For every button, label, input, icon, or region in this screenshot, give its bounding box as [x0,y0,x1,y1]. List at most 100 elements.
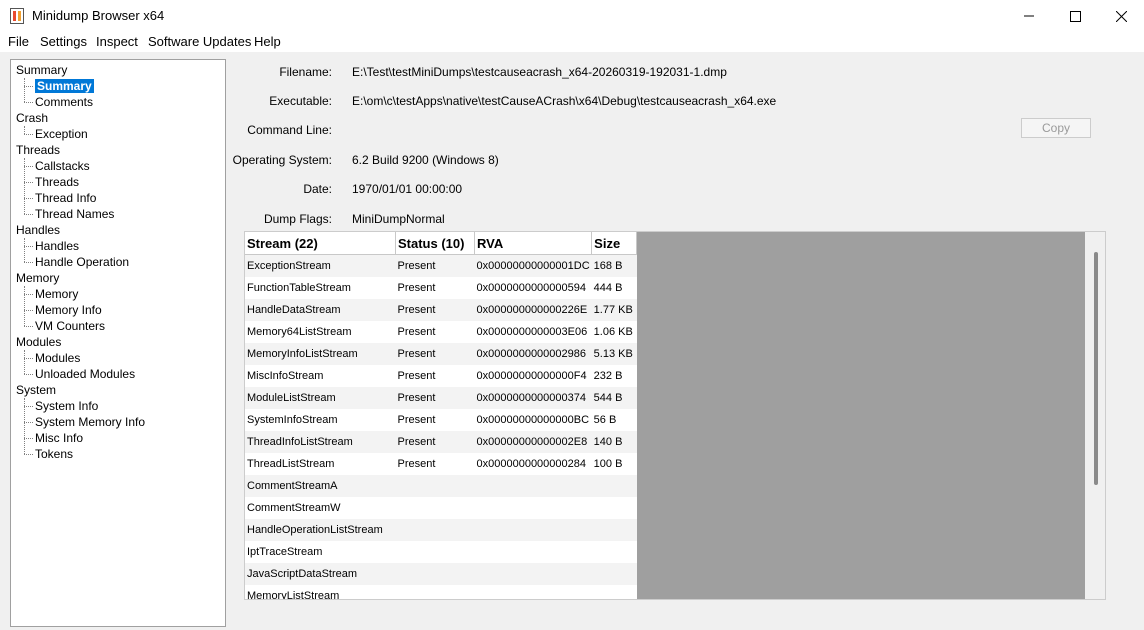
table-cell [395,475,475,497]
tree-connector [24,134,33,135]
title-bar: Minidump Browser x64 [0,0,1144,32]
tree-connector [24,126,25,134]
menu-inspect[interactable]: Inspect [96,34,138,49]
menu-file[interactable]: File [8,34,29,49]
tree-item-exception[interactable]: Exception [35,126,88,142]
table-cell [591,519,637,541]
minimize-icon [1024,15,1034,17]
table-row[interactable]: FunctionTableStream Present 0x000000000000… [245,277,637,299]
vertical-scrollbar[interactable] [1085,232,1105,599]
table-row[interactable]: SystemInfoStream Present 0x00000000000000B… [245,409,637,431]
table-cell [592,585,637,599]
tree-group-modules[interactable]: Modules [16,334,61,350]
streams-grid[interactable]: Stream (22) Status (10) RVA Size ExceptionSt… [244,231,1106,600]
copy-button[interactable]: Copy [1021,118,1091,138]
detail-label: Executable: [269,94,332,108]
scrollbar-thumb[interactable] [1094,252,1098,485]
table-row[interactable]: MiscInfoStream Present 0x00000000000000F4 2… [245,365,637,387]
table-row[interactable]: HandleOperationListStream [245,519,637,541]
tree-item-label: Unloaded Modules [35,367,136,381]
table-cell [592,541,637,563]
tree-item-vm-counters[interactable]: VM Counters [35,318,105,334]
table-cell: ExceptionStream [245,254,396,277]
close-button[interactable] [1098,0,1144,32]
minimize-button[interactable] [1006,0,1052,32]
table-row[interactable]: ThreadListStream Present 0x000000000000028… [245,453,637,475]
tree-item-thread-names[interactable]: Thread Names [35,206,114,222]
table-cell: HandleDataStream [245,299,396,321]
tree-item-thread-info[interactable]: Thread Info [35,190,96,206]
tree-item-tokens[interactable]: Tokens [35,446,73,462]
table-row[interactable]: HandleDataStream Present 0x000000000000226… [245,299,637,321]
tree-item-memory[interactable]: Memory [35,286,78,302]
table-cell: FunctionTableStream [247,282,351,294]
detail-value: E:\Test\testMiniDumps\testcauseacrash_x6… [352,65,727,79]
detail-value: MiniDumpNormal [352,212,445,226]
tree-item-summary[interactable]: Summary [35,78,94,94]
tree-item-misc-info[interactable]: Misc Info [35,430,83,446]
table-row[interactable]: CommentStreamW [245,497,637,519]
streams-table: Stream (22) Status (10) RVA Size ExceptionSt… [245,232,638,600]
table-row[interactable]: ThreadInfoListStream Present 0x00000000000… [245,431,637,453]
tree-item-label: Memory [35,287,79,301]
tree-group-memory[interactable]: Memory [16,270,59,286]
table-cell: MiscInfoStream [247,370,324,382]
table-row[interactable]: MemoryInfoListStream Present 0x00000000000… [245,343,637,365]
menu-software-updates[interactable]: Software Updates [148,34,251,49]
menu-help[interactable]: Help [254,34,281,49]
navigation-tree[interactable]: Summary Summary Comments Crash Exception Thre… [10,59,226,627]
table-cell: CommentStreamA [245,475,396,497]
table-row[interactable]: ModuleListStream Present 0x000000000000037… [245,387,637,409]
table-row[interactable]: CommentStreamA [245,475,637,497]
tree-item-callstacks[interactable]: Callstacks [35,158,90,174]
tree-group-handles[interactable]: Handles [16,222,60,238]
tree-connector [24,310,33,311]
tree-item-modules[interactable]: Modules [35,350,80,366]
table-row[interactable]: IptTraceStream [245,541,637,563]
tree-connector [24,158,25,214]
tree-item-system-memory-info[interactable]: System Memory Info [35,414,145,430]
column-header[interactable]: Status (10) [395,232,475,255]
table-row[interactable]: MemoryListStream [245,585,637,600]
table-cell: MemoryListStream [247,590,340,600]
tree-item-handle-operation[interactable]: Handle Operation [35,254,129,270]
tree-connector [24,166,33,167]
table-cell: Present [395,387,475,409]
tree-item-label: Summary [35,79,94,93]
detail-label: Date: [303,182,332,196]
column-header[interactable]: Stream (22) [245,232,396,255]
table-cell [591,475,637,497]
table-row[interactable]: Memory64ListStream Present 0x0000000000003… [245,321,637,343]
tree-connector [24,374,33,375]
tree-connector [24,182,33,183]
tree-group-summary[interactable]: Summary [16,62,67,78]
tree-group-crash[interactable]: Crash [16,110,48,126]
table-cell: 168 B [591,254,637,277]
detail-label: Filename: [279,65,332,79]
table-row[interactable]: ExceptionStream Present 0x00000000000001DC… [245,254,637,277]
tree-connector [24,358,33,359]
tree-connector [24,398,25,454]
tree-item-label: Modules [35,351,81,365]
tree-connector [24,102,33,103]
close-icon [1115,10,1127,22]
table-row[interactable]: JavaScriptDataStream [245,563,637,585]
tree-item-unloaded-modules[interactable]: Unloaded Modules [35,366,135,382]
table-cell: 1.06 KB [593,326,633,338]
menu-settings[interactable]: Settings [40,34,87,49]
tree-item-threads[interactable]: Threads [35,174,79,190]
tree-connector [24,214,33,215]
maximize-button[interactable] [1052,0,1098,32]
tree-item-handles[interactable]: Handles [35,238,79,254]
tree-item-system-info[interactable]: System Info [35,398,98,414]
tree-group-threads[interactable]: Threads [16,142,60,158]
tree-item-comments[interactable]: Comments [35,94,93,110]
table-cell: 0x0000000000000594 [476,282,587,294]
tree-item-memory-info[interactable]: Memory Info [35,302,102,318]
table-cell: 0x00000000000002E8 [474,431,592,453]
column-header[interactable]: RVA [474,232,593,255]
tree-group-system[interactable]: System [16,382,56,398]
column-header[interactable]: Size [591,232,638,255]
table-cell [475,585,592,599]
tree-item-label: Exception [35,127,88,141]
